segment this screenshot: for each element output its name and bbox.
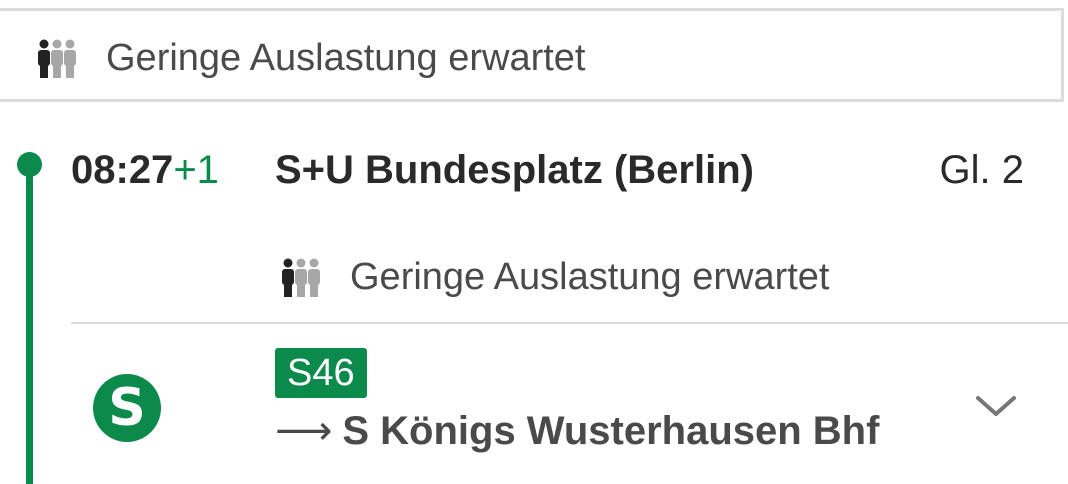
timeline-line <box>26 164 33 484</box>
direction-text: ⟶ S Königs Wusterhausen Bhf <box>275 408 879 454</box>
divider <box>71 322 1068 324</box>
people-occupancy-icon <box>282 258 320 297</box>
destination-name: S Königs Wusterhausen Bhf <box>342 409 880 453</box>
people-occupancy-icon <box>38 39 76 78</box>
station-name[interactable]: S+U Bundesplatz (Berlin) <box>275 148 754 193</box>
s-bahn-icon: S <box>93 374 161 442</box>
occupancy-row: Geringe Auslastung erwartet <box>36 37 586 80</box>
departure-time-value: 08:27 <box>71 148 174 192</box>
s-bahn-symbol: S <box>108 378 146 438</box>
occupancy-text: Geringe Auslastung erwartet <box>106 37 586 79</box>
departure-time: 08:27+1 <box>71 148 219 193</box>
line-badge: S46 <box>275 348 367 398</box>
chevron-down-icon[interactable] <box>974 392 1018 420</box>
occupancy-card: Geringe Auslastung erwartet <box>0 8 1064 102</box>
delay-badge: +1 <box>173 148 219 192</box>
stop-occupancy-row: Geringe Auslastung erwartet <box>280 256 830 299</box>
timeline-stop-dot <box>17 152 42 177</box>
occupancy-text: Geringe Auslastung erwartet <box>350 256 830 298</box>
direction-arrow-icon: ⟶ <box>275 409 333 453</box>
platform-label: Gl. 2 <box>939 148 1024 192</box>
